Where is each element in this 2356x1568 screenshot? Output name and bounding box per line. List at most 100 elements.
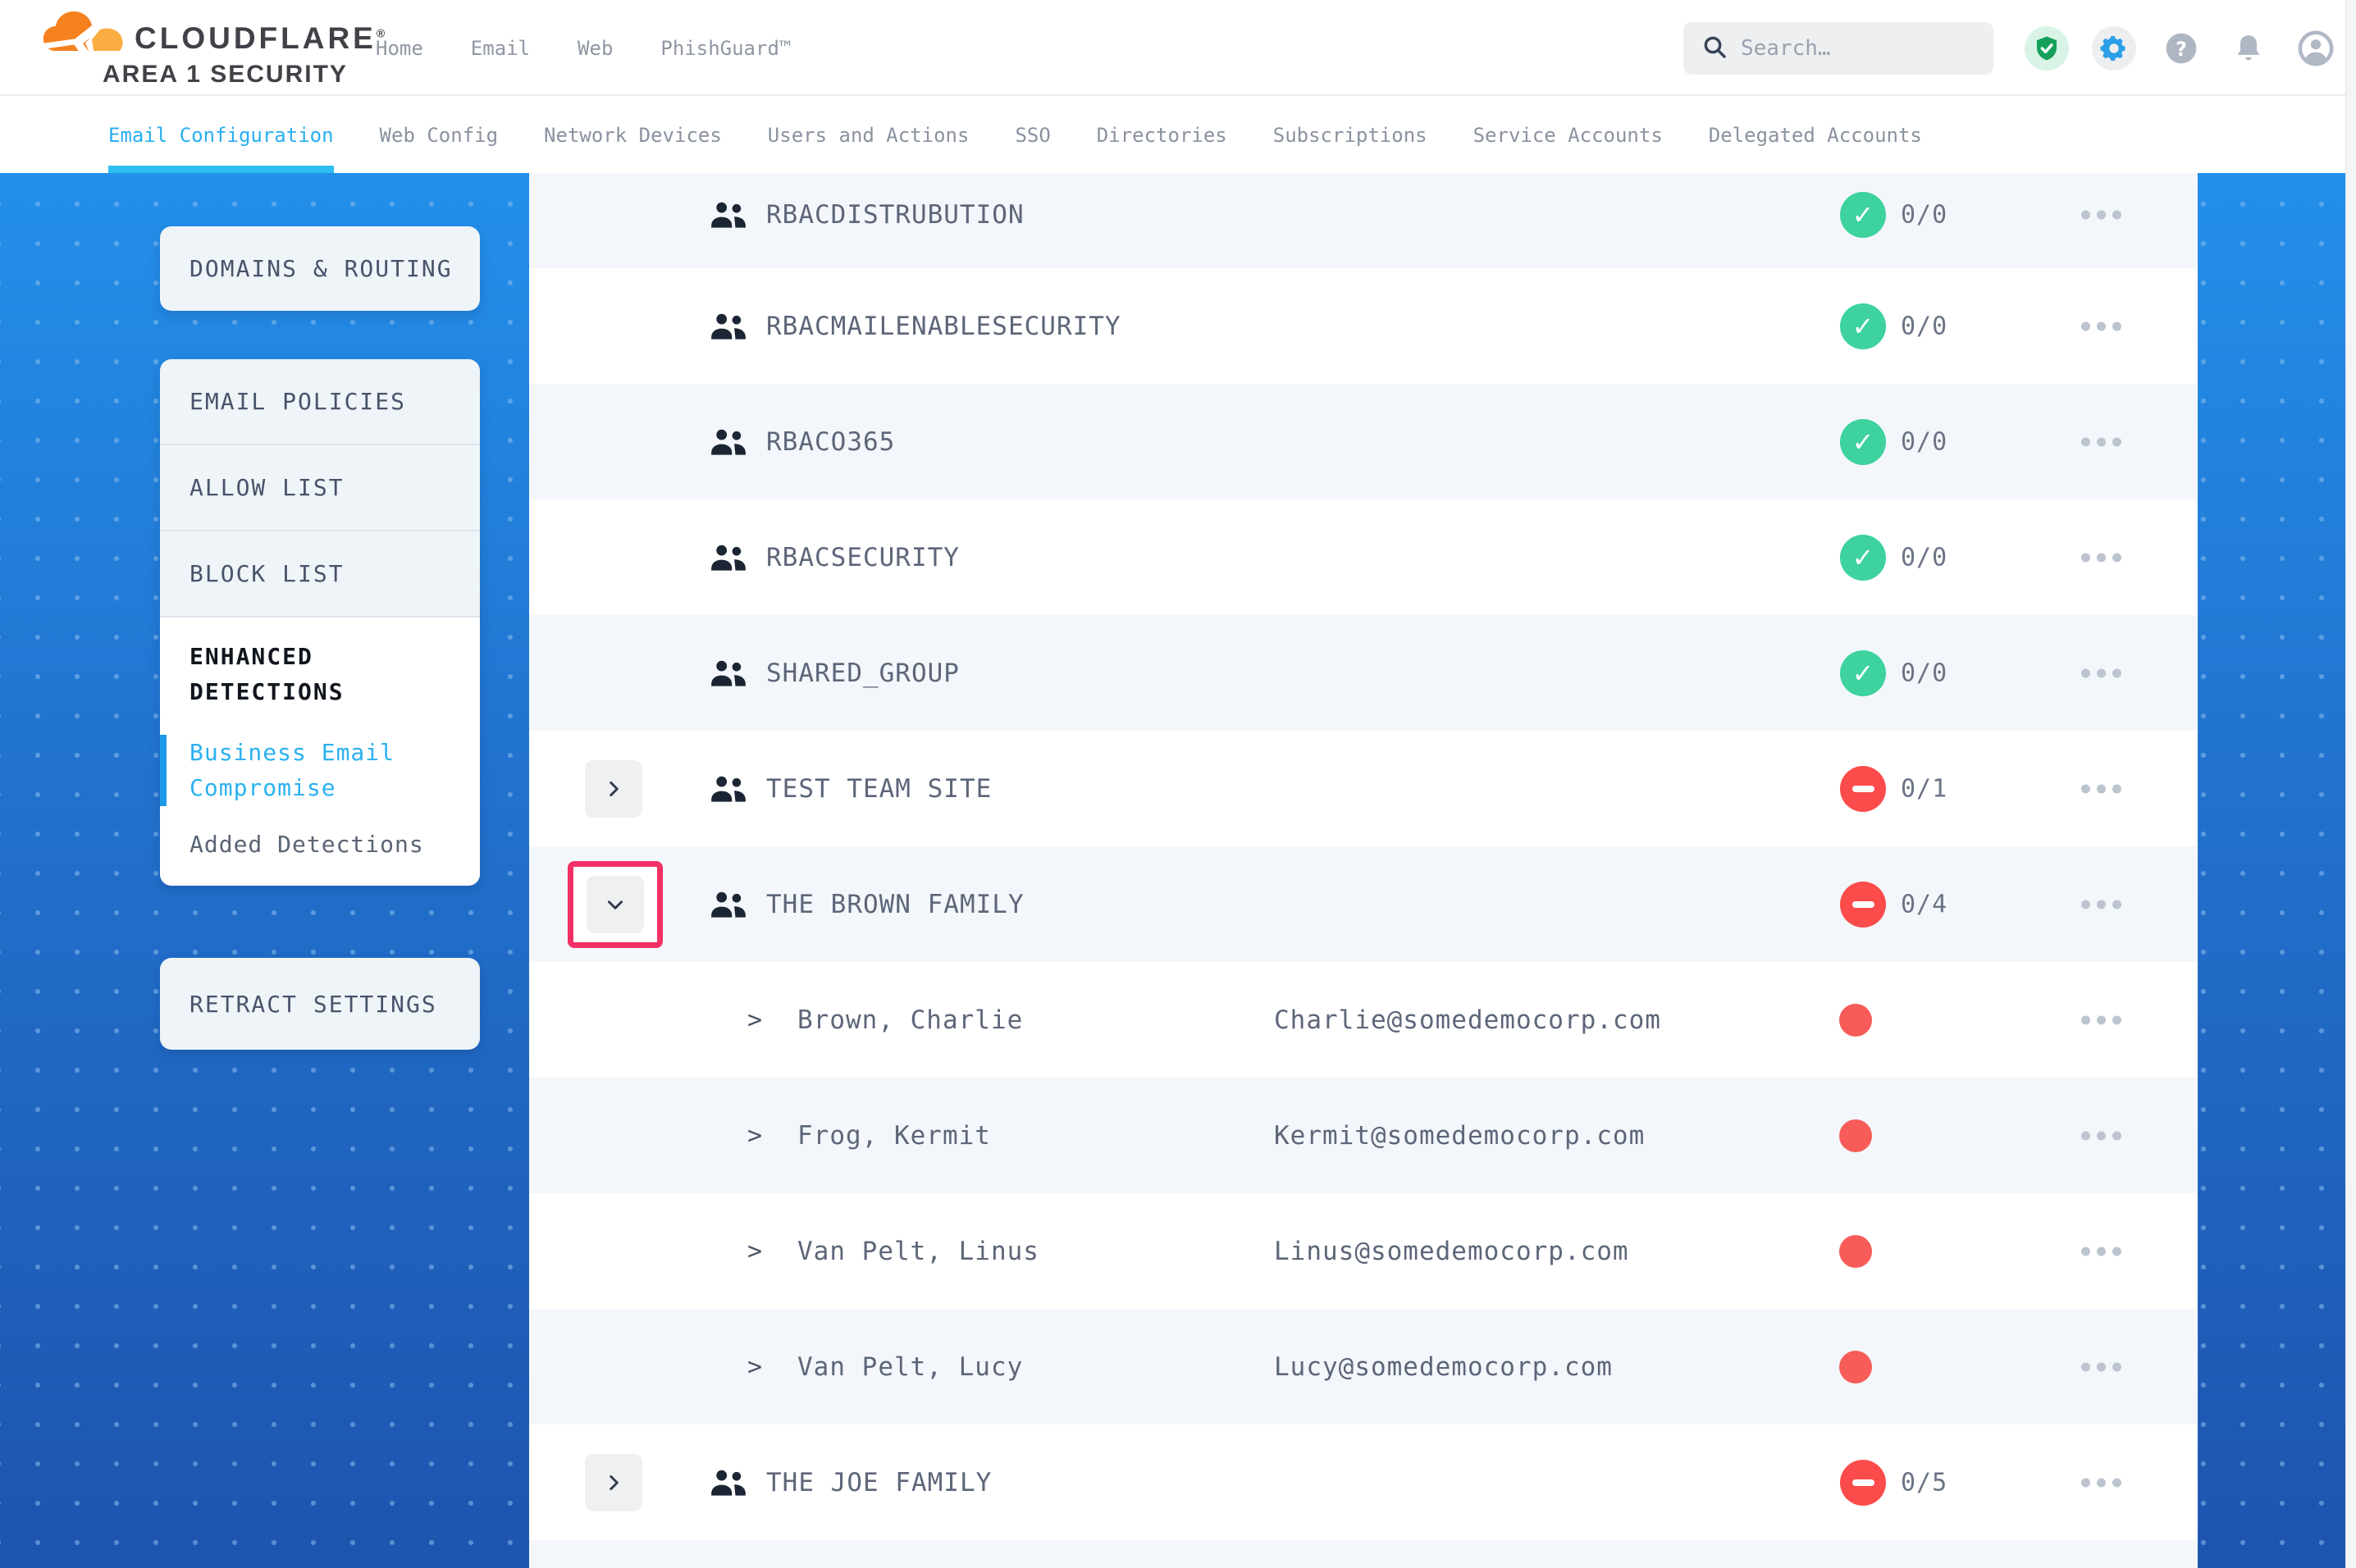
row-actions-button[interactable]	[2073, 1238, 2130, 1264]
search-input[interactable]	[1741, 36, 1970, 61]
member-email: Kermit@somedemocorp.com	[1274, 1121, 1645, 1151]
shield-check-icon[interactable]	[2025, 26, 2069, 71]
group-icon	[710, 199, 747, 230]
expand-button[interactable]	[585, 1454, 642, 1511]
row-actions-button[interactable]	[2073, 203, 2130, 228]
tab-delegated-accounts[interactable]: Delegated Accounts	[1709, 98, 1922, 173]
member-row: > Frog, Kermit Kermit@somedemocorp.com	[529, 1078, 2198, 1193]
sidebar-card-domains-routing[interactable]: DOMAINS & ROUTING	[160, 226, 480, 311]
page-scrollbar[interactable]	[2345, 0, 2356, 1568]
status-badge: ✓	[1840, 192, 1886, 238]
enhanced-detections-section: ENHANCED DETECTIONS Business Email Compr…	[160, 618, 480, 886]
expand-button[interactable]	[585, 760, 642, 818]
nav-email[interactable]: Email	[471, 37, 530, 60]
settings-tabs: Email Configuration Web Config Network D…	[0, 98, 2356, 173]
row-actions-button[interactable]	[2073, 545, 2130, 570]
group-icon	[710, 658, 747, 689]
group-icon	[710, 542, 747, 573]
nav-web[interactable]: Web	[578, 37, 613, 60]
row-actions-button[interactable]	[2073, 1470, 2130, 1495]
row-actions-button[interactable]	[2073, 776, 2130, 801]
member-count: 0/0	[1901, 312, 1947, 340]
tab-sso[interactable]: SSO	[1015, 98, 1050, 173]
member-count: 0/0	[1901, 201, 1947, 230]
gear-icon[interactable]	[2092, 26, 2136, 71]
enhanced-detections-heading: ENHANCED DETECTIONS	[189, 639, 427, 710]
svg-text:?: ?	[2176, 38, 2187, 61]
member-count: 0/0	[1901, 427, 1947, 456]
cloudflare-logo: CLOUDFLARE® AREA 1 SECURITY	[43, 7, 387, 90]
sidebar-card-retract-settings[interactable]: RETRACT SETTINGS	[160, 958, 480, 1050]
help-icon[interactable]: ?	[2159, 26, 2203, 71]
member-name: Frog, Kermit	[797, 1121, 991, 1151]
group-row: RBACO365✓0/0	[529, 384, 2198, 499]
member-status-dot	[1839, 1004, 1872, 1037]
member-count: 0/5	[1901, 1468, 1947, 1497]
status-badge: ✓	[1840, 419, 1886, 465]
tab-users-and-actions[interactable]: Users and Actions	[768, 98, 970, 173]
group-row: RBACSECURITY✓0/0	[529, 499, 2198, 615]
member-email: Charlie@somedemocorp.com	[1274, 1005, 1661, 1035]
tab-network-devices[interactable]: Network Devices	[544, 98, 722, 173]
row-actions-button[interactable]	[2073, 660, 2130, 686]
chevron-right-icon[interactable]: >	[747, 1237, 762, 1265]
group-row-partial	[529, 1540, 2198, 1568]
row-actions-button[interactable]	[2073, 891, 2130, 917]
tab-subscriptions[interactable]: Subscriptions	[1273, 98, 1427, 173]
tab-service-accounts[interactable]: Service Accounts	[1473, 98, 1663, 173]
tab-directories[interactable]: Directories	[1097, 98, 1227, 173]
chevron-right-icon[interactable]: >	[747, 1121, 762, 1150]
sidebar-item-business-email-compromise[interactable]: Business Email Compromise	[160, 735, 431, 806]
member-name: Van Pelt, Lucy	[797, 1352, 1023, 1382]
chevron-right-icon[interactable]: >	[747, 1352, 762, 1381]
group-name: THE JOE FAMILY	[766, 1468, 992, 1497]
group-name: SHARED_GROUP	[766, 659, 960, 688]
group-icon	[710, 426, 747, 458]
nav-home[interactable]: Home	[376, 37, 423, 60]
brand-text: CLOUDFLARE® AREA 1 SECURITY	[103, 21, 388, 89]
group-row: RBACMAILENABLESECURITY ✓ 0/0	[529, 268, 2198, 384]
sidebar-card-email-policies: EMAIL POLICIES ALLOW LIST BLOCK LIST ENH…	[160, 359, 480, 886]
group-row: SHARED_GROUP✓0/0	[529, 615, 2198, 731]
primary-nav: Home Email Web PhishGuard™	[376, 0, 791, 96]
tab-web-config[interactable]: Web Config	[380, 98, 499, 173]
row-actions-button[interactable]	[2073, 1354, 2130, 1379]
group-icon	[710, 773, 747, 805]
row-actions-button[interactable]	[2073, 1007, 2130, 1032]
status-badge: ✓	[1840, 303, 1886, 349]
bell-icon[interactable]	[2226, 26, 2271, 71]
expand-highlight-box	[568, 861, 663, 948]
group-row: THE BROWN FAMILY0/4	[529, 846, 2198, 962]
row-actions-button[interactable]	[2073, 313, 2130, 339]
group-row: RBACDISTRUBUTION ✓ 0/0	[529, 173, 2198, 268]
member-name: Brown, Charlie	[797, 1005, 1023, 1035]
allow-list-label: ALLOW LIST	[189, 474, 345, 501]
workspace: RBACDISTRUBUTION✓0/0RBACMAILENABLESECURI…	[0, 173, 2356, 1568]
area1-security-app: CLOUDFLARE® AREA 1 SECURITY Home Email W…	[0, 0, 2356, 1568]
status-badge	[1840, 766, 1886, 812]
domains-routing-label: DOMAINS & ROUTING	[189, 255, 453, 282]
status-badge	[1840, 882, 1886, 928]
chevron-right-icon[interactable]: >	[747, 1005, 762, 1034]
sidebar-item-allow-list[interactable]: ALLOW LIST	[160, 445, 480, 531]
group-name: RBACMAILENABLESECURITY	[766, 312, 1121, 341]
search-box[interactable]	[1683, 22, 1993, 75]
sidebar-item-email-policies[interactable]: EMAIL POLICIES	[160, 359, 480, 445]
account-icon[interactable]	[2294, 26, 2338, 71]
expand-button[interactable]	[587, 876, 644, 933]
nav-phishguard[interactable]: PhishGuard™	[660, 37, 791, 60]
group-name: RBACDISTRUBUTION	[766, 200, 1025, 230]
status-badge: ✓	[1840, 535, 1886, 581]
group-row: TEST TEAM SITE0/1	[529, 731, 2198, 846]
search-icon	[1701, 34, 1728, 63]
member-name: Van Pelt, Linus	[797, 1237, 1039, 1266]
row-actions-button[interactable]	[2073, 1123, 2130, 1148]
block-list-label: BLOCK LIST	[189, 560, 345, 587]
tab-email-configuration[interactable]: Email Configuration	[108, 98, 334, 173]
member-count: 0/4	[1901, 890, 1947, 918]
groups-table: RBACDISTRUBUTION✓0/0RBACMAILENABLESECURI…	[529, 173, 2198, 1568]
member-row: > Brown, Charlie Charlie@somedemocorp.com	[529, 962, 2198, 1078]
row-actions-button[interactable]	[2073, 429, 2130, 454]
sidebar-item-added-detections[interactable]: Added Detections	[189, 831, 450, 858]
sidebar-item-block-list[interactable]: BLOCK LIST	[160, 531, 480, 618]
